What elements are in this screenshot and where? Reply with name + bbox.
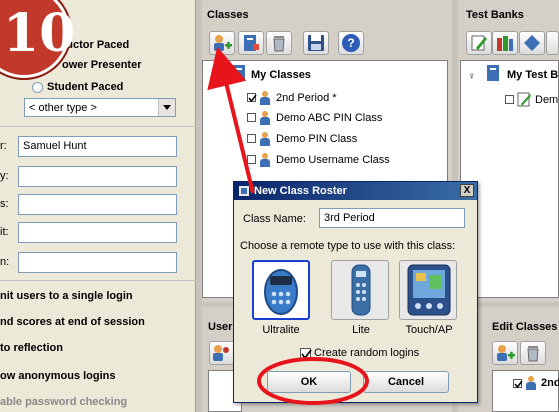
annotation-ok-circle [257, 357, 369, 405]
step-number: 10 [3, 3, 76, 64]
annotation-arrow [207, 46, 255, 194]
annotation-overlay [207, 46, 369, 405]
step-number-badge: 10 [0, 0, 76, 78]
